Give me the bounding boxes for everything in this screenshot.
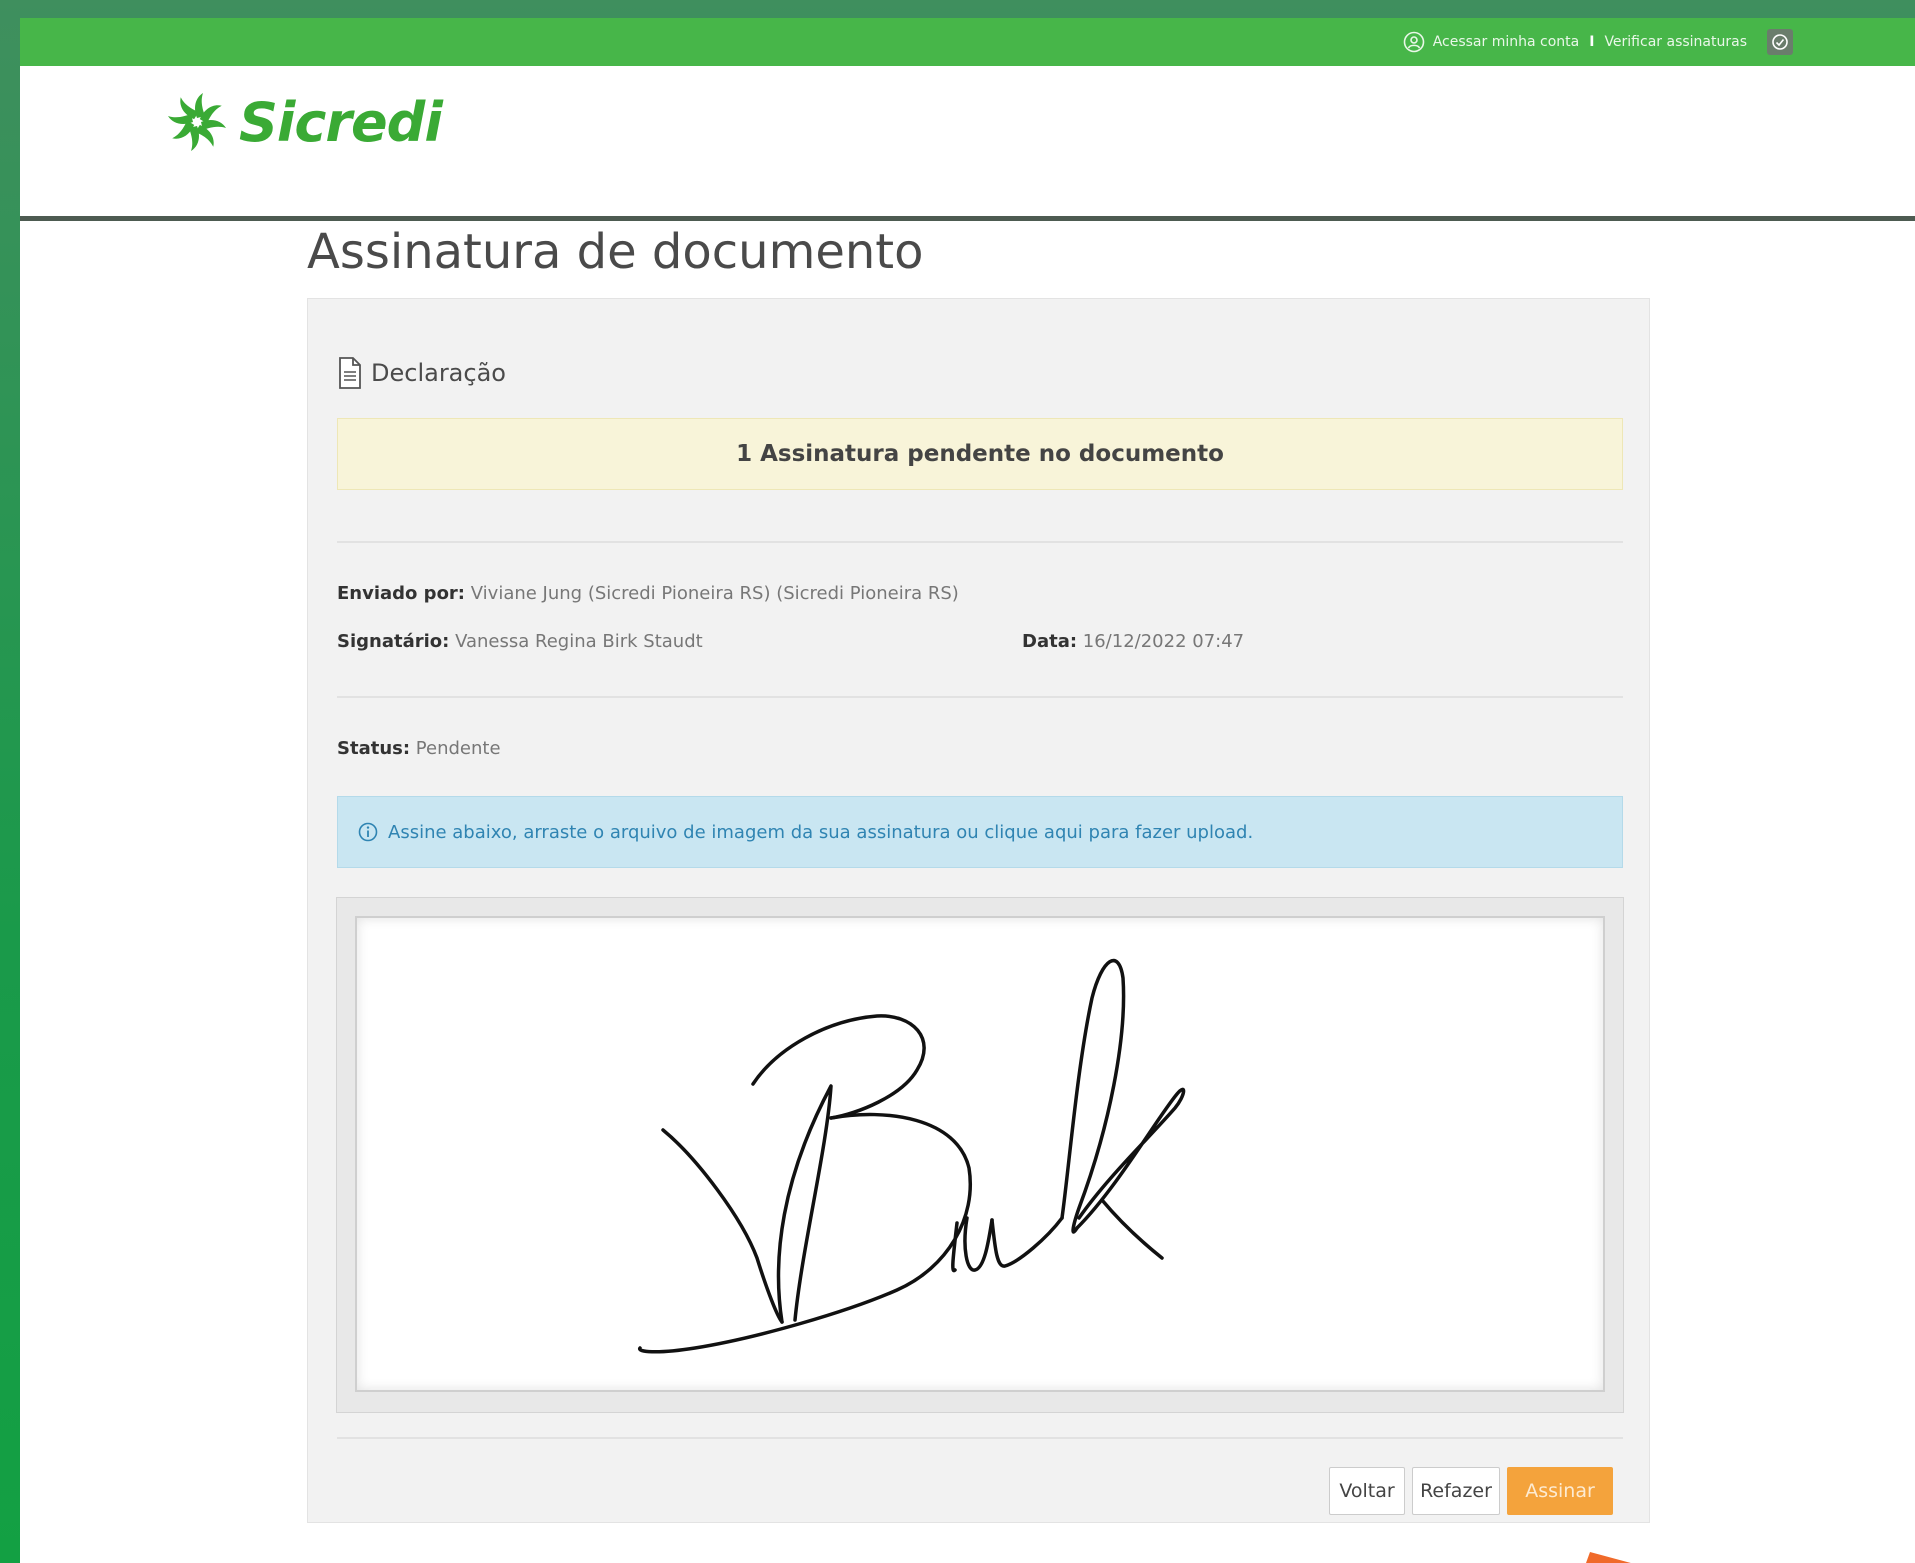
signature-pad-frame — [336, 897, 1624, 1413]
sent-by-value: Viviane Jung (Sicredi Pioneira RS) (Sicr… — [470, 583, 959, 604]
back-button[interactable]: Voltar — [1329, 1467, 1405, 1515]
divider — [337, 1437, 1623, 1439]
signer-value: Vanessa Regina Birk Staudt — [455, 631, 703, 652]
browser-page: Acessar minha conta I Verificar assinatu… — [20, 18, 1915, 1563]
pointer-arrow-icon — [1586, 1552, 1631, 1563]
site-header: Sicredi — [20, 66, 1915, 221]
sicredi-logo-icon — [168, 93, 226, 151]
document-icon — [339, 357, 361, 389]
verify-signatures-link[interactable]: Verificar assinaturas — [1604, 34, 1747, 50]
divider — [337, 696, 1623, 698]
divider — [337, 541, 1623, 543]
signature-card: Declaração 1 Assinatura pendente no docu… — [307, 298, 1650, 1523]
top-bar: Acessar minha conta I Verificar assinatu… — [20, 18, 1915, 66]
info-icon — [358, 822, 378, 842]
date-value: 16/12/2022 07:47 — [1082, 631, 1245, 652]
date-label: Data: — [1022, 631, 1078, 652]
brand-name: Sicredi — [239, 90, 443, 154]
upload-info-text: Assine abaixo, arraste o arquivo de imag… — [388, 821, 1254, 843]
status-row: Status: Pendente — [337, 738, 501, 759]
signer-label: Signatário: — [337, 631, 450, 652]
account-link[interactable]: Acessar minha conta — [1433, 34, 1580, 50]
sign-button[interactable]: Assinar — [1507, 1467, 1613, 1515]
help-button[interactable] — [1767, 29, 1793, 55]
signature-pad[interactable] — [355, 916, 1605, 1392]
sent-by-label: Enviado por: — [337, 583, 466, 604]
signer-row: Signatário: Vanessa Regina Birk Staudt — [337, 631, 703, 652]
status-value: Pendente — [415, 738, 501, 759]
user-account-icon[interactable] — [1403, 31, 1425, 53]
redo-button[interactable]: Refazer — [1412, 1467, 1500, 1515]
sent-by-row: Enviado por: Viviane Jung (Sicredi Pione… — [337, 583, 959, 604]
link-separator: I — [1589, 34, 1595, 50]
sicredi-logo[interactable]: Sicredi — [165, 90, 443, 154]
upload-info-banner[interactable]: Assine abaixo, arraste o arquivo de imag… — [337, 796, 1623, 868]
page-title: Assinatura de documento — [307, 224, 924, 280]
document-name: Declaração — [371, 359, 506, 387]
top-links: Acessar minha conta I Verificar assinatu… — [1403, 29, 1793, 55]
date-row: Data: 16/12/2022 07:47 — [1022, 631, 1244, 652]
help-icon — [1772, 34, 1788, 50]
pending-signature-banner: 1 Assinatura pendente no documento — [337, 418, 1623, 490]
handwritten-signature — [638, 958, 1186, 1354]
document-title: Declaração — [338, 357, 506, 389]
status-label: Status: — [337, 738, 411, 759]
